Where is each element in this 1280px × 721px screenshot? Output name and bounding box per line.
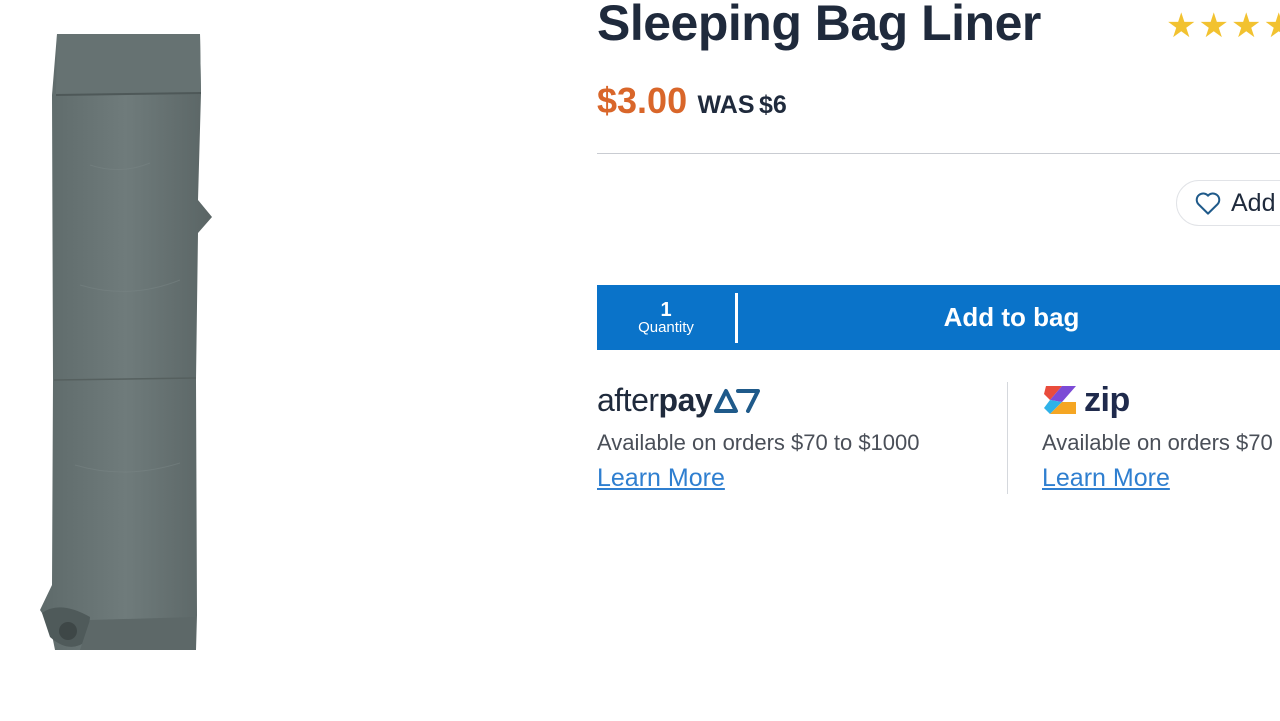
zip-learn-more-link[interactable]: Learn More bbox=[1042, 464, 1170, 493]
add-to-wishlist-button[interactable]: Add bbox=[1176, 180, 1280, 226]
afterpay-note: Available on orders $70 to $1000 bbox=[597, 430, 920, 455]
quantity-label: Quantity bbox=[638, 318, 694, 336]
wishlist-label: Add bbox=[1231, 188, 1276, 217]
product-page: Sleeping Bag Liner ★★★★ $3.00 WAS $6 Add… bbox=[0, 0, 1280, 721]
afterpay-logo: afterpay bbox=[597, 380, 920, 420]
price-row: $3.00 WAS $6 bbox=[597, 80, 787, 122]
rating-stars[interactable]: ★★★★ bbox=[1166, 6, 1280, 46]
zip-note: Available on orders $70 bbox=[1042, 430, 1273, 455]
was-price-label: WAS bbox=[697, 91, 755, 119]
zip-wordmark: zip bbox=[1084, 380, 1130, 419]
quantity-selector[interactable]: 1 Quantity bbox=[597, 285, 735, 350]
afterpay-arrows-icon bbox=[714, 389, 761, 413]
product-image[interactable] bbox=[30, 25, 230, 665]
product-title: Sleeping Bag Liner bbox=[597, 0, 1041, 51]
was-price-value: $6 bbox=[758, 91, 787, 119]
zip-logo: zip bbox=[1042, 380, 1273, 420]
afterpay-wordmark: afterpay bbox=[597, 381, 713, 418]
afterpay-learn-more-link[interactable]: Learn More bbox=[597, 464, 725, 493]
zip-option: zip Available on orders $70 Learn More bbox=[1042, 380, 1273, 493]
price-divider bbox=[597, 153, 1280, 154]
add-to-bag-button[interactable]: Add to bag bbox=[738, 285, 1280, 350]
zip-mark-icon bbox=[1044, 386, 1076, 414]
add-to-cart-bar: 1 Quantity Add to bag bbox=[597, 285, 1280, 350]
payment-divider bbox=[1007, 382, 1008, 494]
sleeping-bag-liner-image bbox=[40, 34, 212, 650]
current-price: $3.00 bbox=[597, 80, 688, 121]
afterpay-option: afterpay Available on orders $70 to $100… bbox=[597, 380, 920, 493]
quantity-value: 1 bbox=[660, 298, 672, 321]
heart-icon bbox=[1195, 192, 1221, 215]
